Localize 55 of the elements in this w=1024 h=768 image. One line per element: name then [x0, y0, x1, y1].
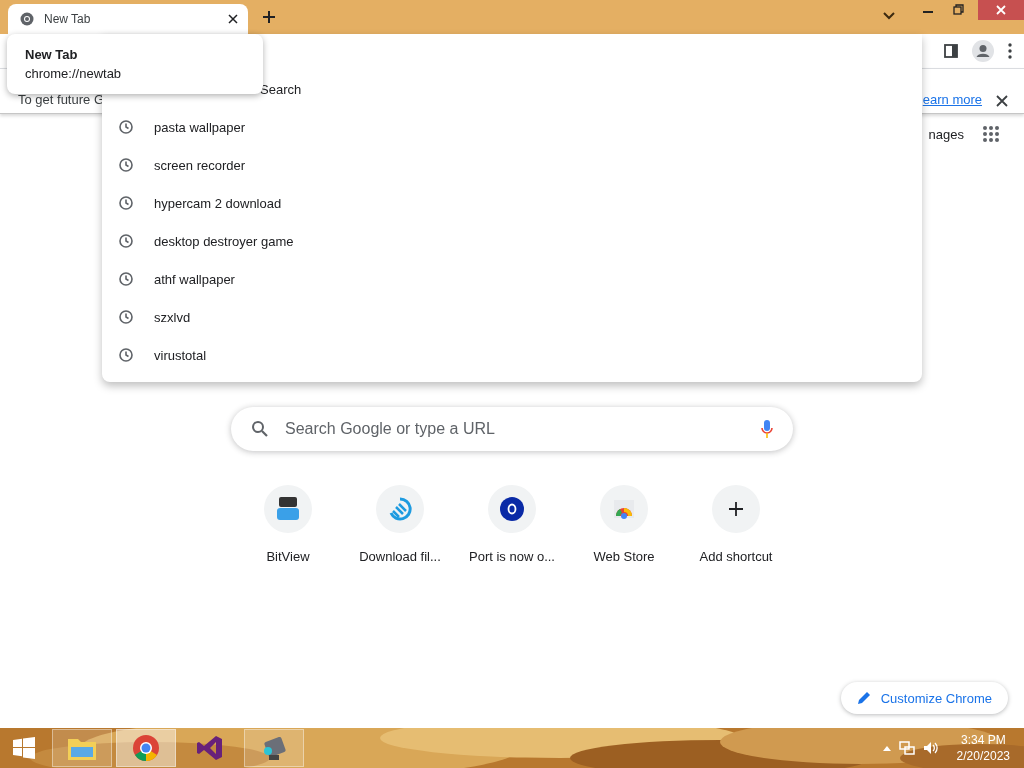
tab-title: New Tab [44, 12, 92, 26]
shortcut-tile[interactable]: Web Store [568, 485, 680, 564]
search-icon [251, 420, 269, 438]
restore-icon[interactable] [953, 4, 964, 15]
taskbar-app-button[interactable] [244, 729, 304, 767]
microphone-icon[interactable] [761, 419, 773, 439]
web-store-icon [612, 498, 636, 520]
swirl-icon [387, 496, 413, 522]
suggestion-item[interactable]: pasta wallpaper [102, 108, 922, 146]
history-icon [118, 157, 134, 173]
taskbar-clock[interactable]: 3:34 PM 2/20/2023 [956, 732, 1010, 764]
shortcut-tile[interactable]: Download fil... [344, 485, 456, 564]
pencil-icon [856, 691, 871, 705]
plus-icon [728, 501, 744, 517]
browser-tab[interactable]: New Tab [8, 4, 248, 34]
history-icon [118, 233, 134, 249]
new-tab-icon[interactable] [262, 10, 276, 24]
menu-icon[interactable] [1008, 43, 1012, 59]
chrome-icon [132, 734, 160, 762]
profile-icon[interactable] [972, 40, 994, 62]
network-icon[interactable] [898, 740, 915, 756]
suggestion-item[interactable]: athf wallpaper [102, 260, 922, 298]
shortcut-tile[interactable]: BitView [232, 485, 344, 564]
suggestion-item[interactable]: szxlvd [102, 298, 922, 336]
history-icon [118, 119, 134, 135]
close-icon [996, 5, 1006, 15]
close-icon[interactable] [228, 14, 238, 24]
history-icon [118, 271, 134, 287]
apps-icon[interactable] [982, 125, 1000, 143]
images-link[interactable]: nages [928, 126, 964, 142]
chrome-icon [20, 12, 34, 26]
chevron-down-icon[interactable] [883, 12, 895, 20]
close-icon[interactable] [996, 95, 1008, 107]
speaker-icon[interactable] [922, 740, 939, 756]
side-panel-icon[interactable] [944, 44, 958, 58]
bitview-icon [276, 496, 300, 522]
history-icon [118, 347, 134, 363]
taskbar-app-button[interactable] [116, 729, 176, 767]
close-button[interactable] [978, 0, 1024, 20]
learn-more-link[interactable]: earn more [922, 92, 982, 107]
tooltip-url: chrome://newtab [25, 66, 123, 81]
port-icon [500, 497, 524, 521]
visual-studio-icon [196, 734, 224, 762]
suggestion-item[interactable]: screen recorder [102, 146, 922, 184]
customize-chrome-button[interactable]: Customize Chrome [840, 682, 1008, 714]
history-icon [118, 195, 134, 211]
history-icon [118, 309, 134, 325]
windows-logo-icon [12, 736, 36, 760]
shortcut-tile[interactable]: Add shortcut [680, 485, 792, 564]
suggestion-item[interactable]: hypercam 2 download [102, 184, 922, 222]
shortcut-tile[interactable]: Port is now o... [456, 485, 568, 564]
suggestion-item[interactable]: virustotal [102, 336, 922, 374]
tooltip-title: New Tab [25, 47, 79, 62]
suggestion-item[interactable]: desktop destroyer game [102, 222, 922, 260]
minimize-icon[interactable] [923, 10, 933, 14]
